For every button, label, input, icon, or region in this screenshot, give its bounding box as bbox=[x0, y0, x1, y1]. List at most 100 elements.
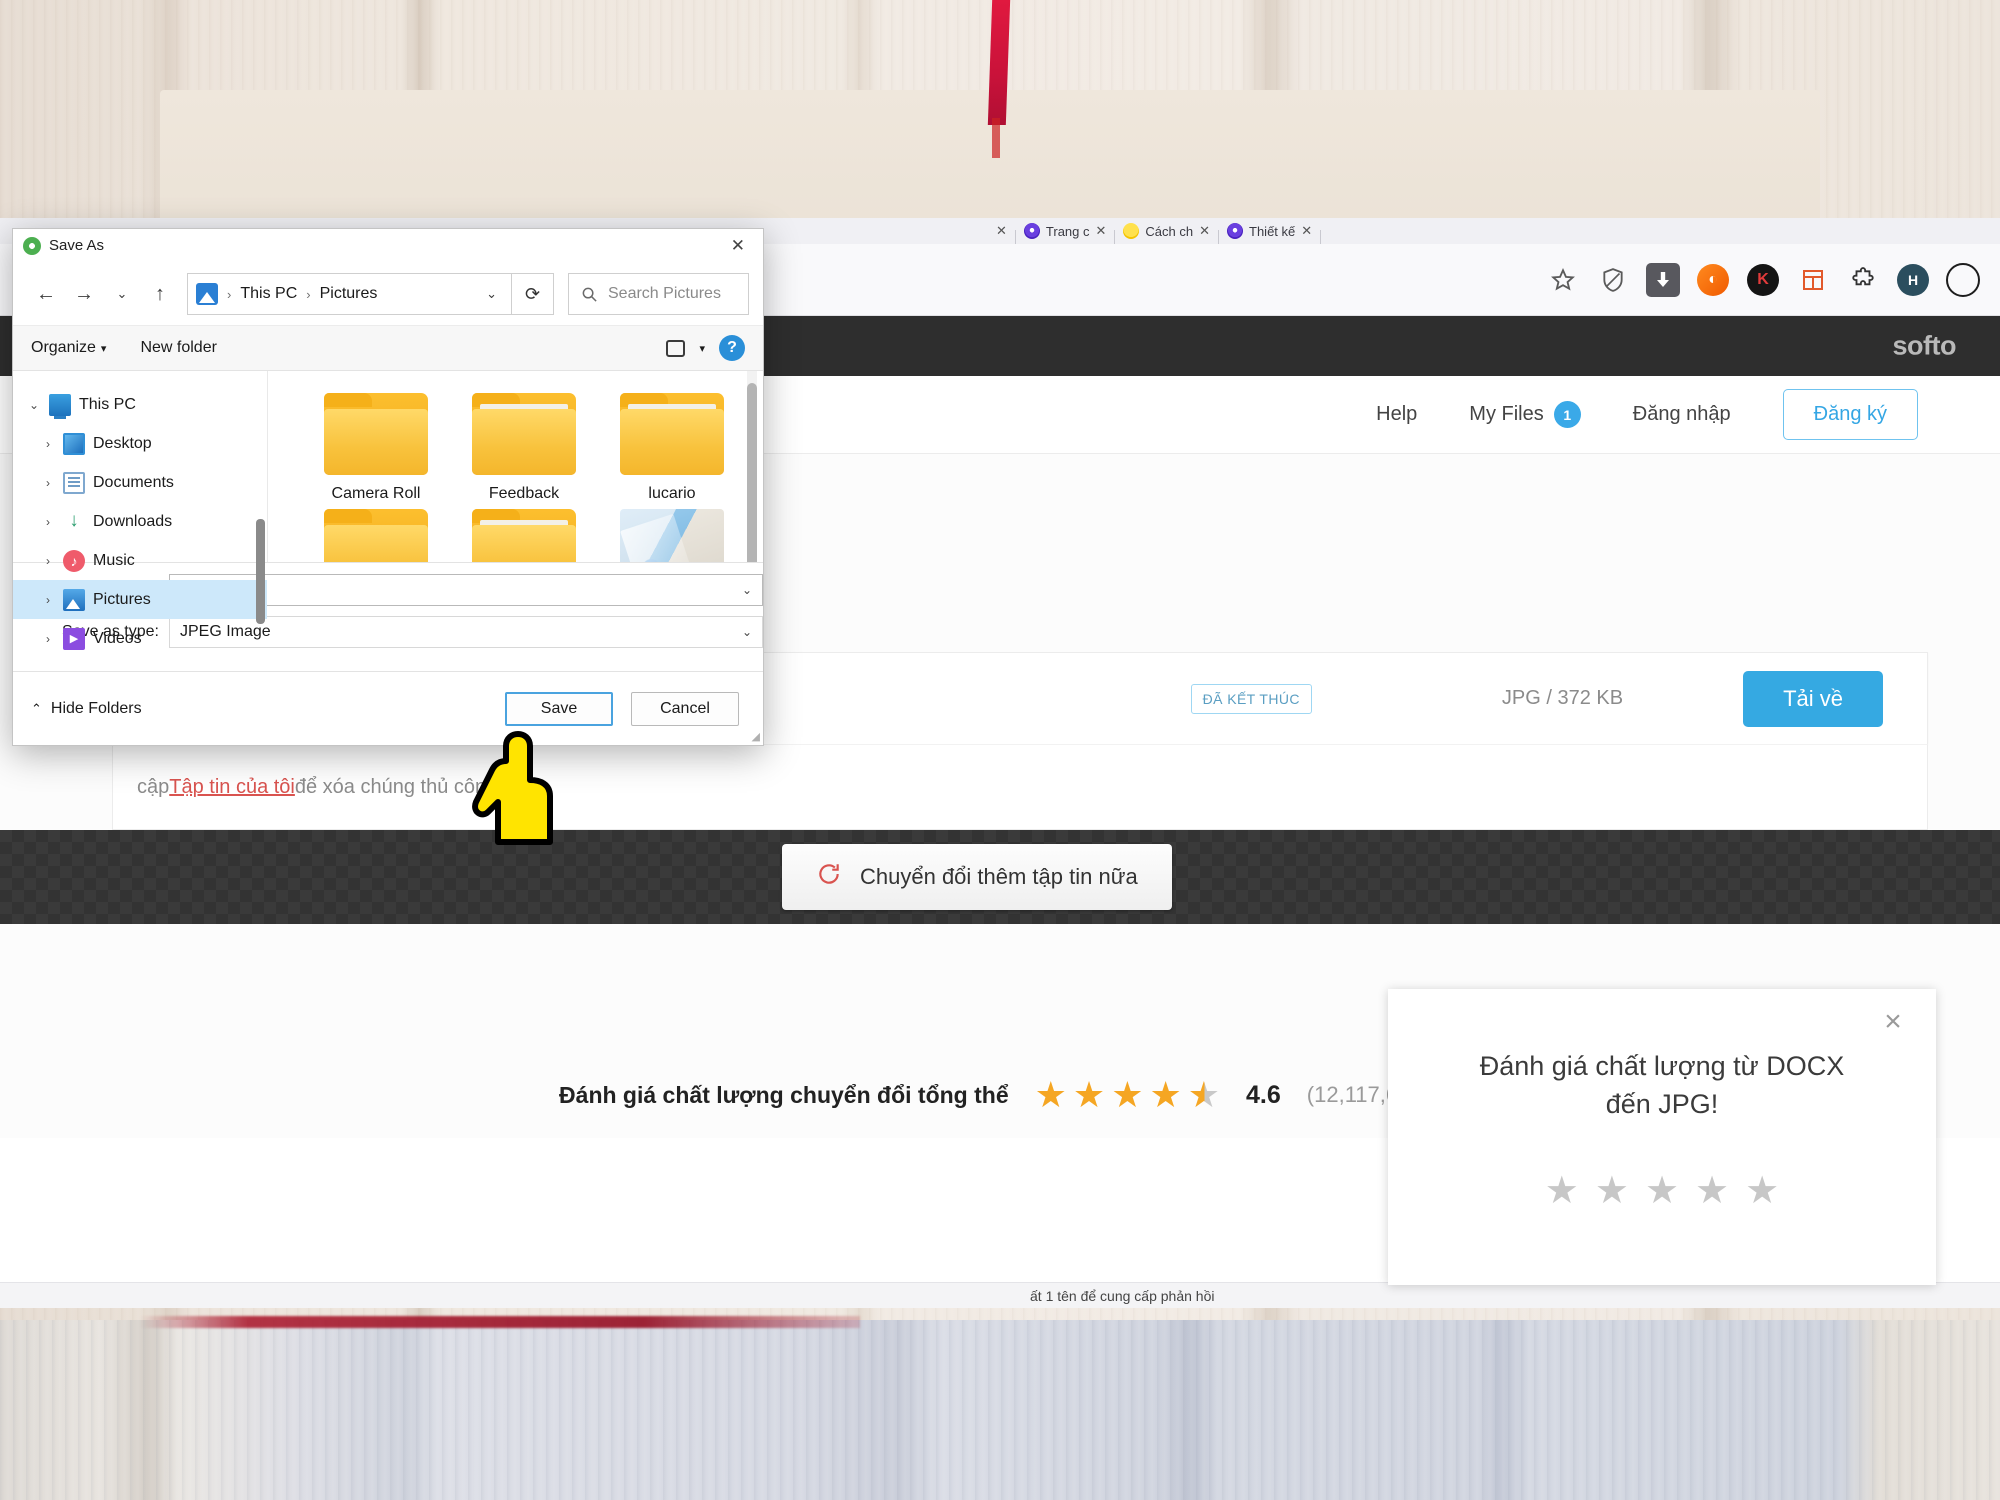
browser-tab[interactable]: Cách ch ✕ bbox=[1117, 218, 1216, 244]
star-filled-icon[interactable]: ★ bbox=[1073, 1074, 1105, 1116]
tab-title: Thiết kế bbox=[1249, 223, 1296, 239]
status-badge: ĐÃ KẾT THÚC bbox=[1190, 683, 1312, 714]
cancel-button[interactable]: Cancel bbox=[631, 691, 739, 726]
chevron-down-icon[interactable]: ▾ bbox=[699, 342, 705, 355]
tree-item-this-pc[interactable]: ⌄ This PC bbox=[13, 385, 267, 424]
refresh-icon[interactable]: ⟳ bbox=[512, 273, 554, 315]
star-icon[interactable]: ★ bbox=[1695, 1168, 1729, 1213]
dialog-title-bar[interactable]: Save As ✕ bbox=[13, 229, 763, 263]
organize-label: Organize bbox=[31, 339, 96, 356]
chevron-right-icon[interactable]: › bbox=[41, 554, 55, 568]
star-icon[interactable]: ★ bbox=[1645, 1168, 1679, 1213]
site-logo: softo bbox=[1892, 330, 1957, 361]
tab-close-icon[interactable]: ✕ bbox=[1096, 223, 1107, 239]
close-icon[interactable]: × bbox=[1876, 1007, 1910, 1041]
tree-item-downloads[interactable]: › Downloads bbox=[13, 502, 267, 541]
search-input[interactable]: Search Pictures bbox=[568, 273, 749, 315]
star-icon[interactable]: ★ bbox=[1595, 1168, 1629, 1213]
puzzle-extension-icon[interactable] bbox=[1840, 257, 1886, 303]
tab-divider bbox=[1218, 230, 1220, 244]
tree-item-desktop[interactable]: › Desktop bbox=[13, 424, 267, 463]
file-item[interactable]: Saved Pictures bbox=[302, 509, 450, 562]
star-filled-icon[interactable]: ★ bbox=[1035, 1074, 1067, 1116]
yellow-favicon-icon bbox=[1123, 223, 1140, 239]
star-half-icon[interactable]: ★ bbox=[1188, 1074, 1220, 1116]
tab-close-icon[interactable]: ✕ bbox=[1199, 223, 1210, 239]
chevron-down-icon[interactable]: ⌄ bbox=[742, 583, 752, 597]
profile-avatar-h[interactable]: H bbox=[1890, 257, 1936, 303]
dialog-body: ⌄ This PC › Desktop › Documents › Downlo… bbox=[13, 371, 763, 650]
new-folder-button[interactable]: New folder bbox=[140, 339, 216, 357]
bookmark-star-icon[interactable] bbox=[1540, 257, 1586, 303]
image-thumbnail bbox=[620, 509, 724, 562]
chevron-right-icon[interactable]: › bbox=[41, 437, 55, 451]
star-icon[interactable]: ★ bbox=[1745, 1168, 1779, 1213]
view-layout-icon[interactable] bbox=[666, 339, 686, 357]
grid-extension-icon[interactable] bbox=[1790, 257, 1836, 303]
file-list-scrollbar-thumb[interactable] bbox=[747, 383, 757, 562]
folder-icon bbox=[472, 393, 576, 475]
orange-extension-icon[interactable]: ◐ bbox=[1690, 257, 1736, 303]
close-icon[interactable]: ✕ bbox=[723, 236, 753, 256]
wallpaper-red-smear bbox=[140, 1316, 860, 1328]
tab-close-icon[interactable]: ✕ bbox=[1301, 223, 1312, 239]
help-icon[interactable]: ? bbox=[719, 335, 745, 361]
hide-folders-button[interactable]: ⌃ Hide Folders bbox=[31, 700, 142, 718]
file-item[interactable]: Ảnh3 bbox=[598, 509, 746, 562]
my-files-link[interactable]: Tập tin của tôi bbox=[169, 776, 295, 799]
file-item[interactable]: Video Projects bbox=[450, 509, 598, 562]
star-filled-icon[interactable]: ★ bbox=[1111, 1074, 1143, 1116]
folder-icon bbox=[472, 509, 576, 562]
tab-title: Trang c bbox=[1045, 223, 1090, 239]
save-button[interactable]: Save bbox=[505, 691, 613, 726]
dialog-footer: ⌃ Hide Folders Save Cancel bbox=[13, 671, 763, 745]
refresh-icon bbox=[816, 861, 842, 893]
browser-tab[interactable]: Trang c ✕ bbox=[1018, 218, 1113, 244]
browser-tab[interactable]: Thiết kế ✕ bbox=[1221, 218, 1318, 244]
recent-locations-button[interactable]: ⌄ bbox=[103, 275, 141, 313]
download-icon[interactable] bbox=[1640, 257, 1686, 303]
tree-item-pictures[interactable]: › Pictures bbox=[13, 580, 267, 619]
convert-more-button[interactable]: Chuyển đổi thêm tập tin nữa bbox=[782, 844, 1172, 911]
tab-close-icon[interactable]: ✕ bbox=[996, 223, 1007, 239]
overall-rating-stars[interactable]: ★ ★ ★ ★ ★ bbox=[1035, 1074, 1220, 1116]
sign-up-button[interactable]: Đăng ký bbox=[1782, 389, 1918, 440]
tree-item-videos[interactable]: › Videos bbox=[13, 619, 267, 658]
download-button[interactable]: Tải về bbox=[1743, 670, 1883, 727]
rating-popup-stars[interactable]: ★ ★ ★ ★ ★ bbox=[1388, 1168, 1936, 1213]
nav-sign-in-link[interactable]: Đăng nhập bbox=[1633, 403, 1731, 426]
chevron-down-icon[interactable]: ⌄ bbox=[742, 625, 752, 639]
shield-icon[interactable] bbox=[1590, 257, 1636, 303]
chevron-right-icon[interactable]: › bbox=[41, 593, 55, 607]
chevron-down-icon[interactable]: ⌄ bbox=[27, 398, 41, 412]
k-extension-icon[interactable]: K bbox=[1740, 257, 1786, 303]
breadcrumb-pictures[interactable]: Pictures bbox=[320, 285, 378, 303]
tree-item-music[interactable]: › Music bbox=[13, 541, 267, 580]
star-filled-icon[interactable]: ★ bbox=[1149, 1074, 1181, 1116]
chevron-right-icon[interactable]: › bbox=[41, 476, 55, 490]
tab-divider bbox=[1320, 230, 1322, 244]
nav-my-files-label: My Files bbox=[1469, 402, 1544, 425]
dialog-toolbar: Organize ▾ New folder ▾ ? bbox=[13, 325, 763, 371]
back-button[interactable]: ← bbox=[27, 275, 65, 313]
file-item[interactable]: lucario bbox=[598, 393, 746, 503]
nav-help-link[interactable]: Help bbox=[1376, 403, 1417, 426]
tree-scrollbar-thumb[interactable] bbox=[256, 519, 265, 624]
star-icon[interactable]: ★ bbox=[1545, 1168, 1579, 1213]
resize-grip-icon[interactable]: ◢ bbox=[752, 730, 760, 743]
file-item[interactable]: Camera Roll bbox=[302, 393, 450, 503]
account-circle-icon[interactable] bbox=[1940, 257, 1986, 303]
chevron-right-icon[interactable]: › bbox=[41, 515, 55, 529]
nav-my-files[interactable]: My Files 1 bbox=[1469, 401, 1581, 428]
chevron-right-icon[interactable]: › bbox=[41, 632, 55, 646]
browser-tab[interactable]: ✕ bbox=[990, 218, 1013, 244]
up-button[interactable]: ↑ bbox=[141, 275, 179, 313]
breadcrumb-this-pc[interactable]: This PC bbox=[240, 285, 297, 303]
file-name: lucario bbox=[648, 485, 696, 502]
breadcrumb[interactable]: › This PC › Pictures ⌄ bbox=[187, 273, 512, 315]
organize-button[interactable]: Organize ▾ bbox=[31, 339, 106, 357]
tree-item-documents[interactable]: › Documents bbox=[13, 463, 267, 502]
file-item[interactable]: Feedback bbox=[450, 393, 598, 503]
chevron-down-icon[interactable]: ⌄ bbox=[480, 286, 503, 302]
forward-button[interactable]: → bbox=[65, 275, 103, 313]
